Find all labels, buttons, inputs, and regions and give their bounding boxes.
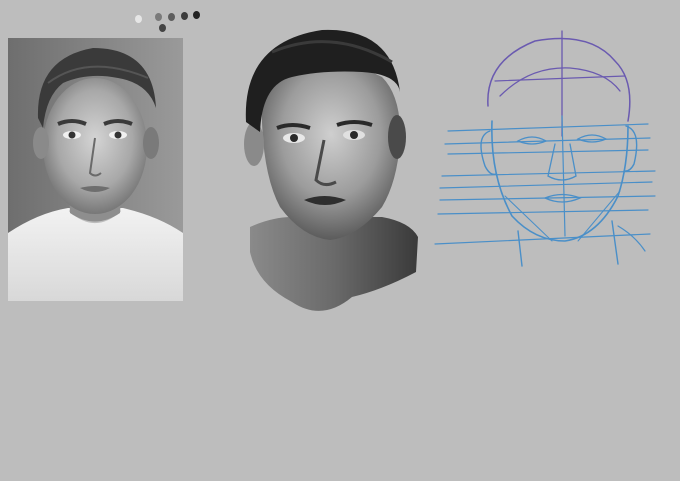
- swatch-lightgray[interactable]: [135, 15, 142, 23]
- swatch-medium[interactable]: [159, 24, 166, 32]
- swatch-gray[interactable]: [155, 13, 162, 21]
- swatch-midgray[interactable]: [168, 13, 175, 21]
- construction-sketch: [430, 26, 660, 276]
- swatch-dark[interactable]: [193, 11, 200, 19]
- color-palette: [130, 6, 210, 36]
- reference-photo: [8, 38, 183, 301]
- drawing-canvas[interactable]: [0, 0, 680, 481]
- painted-portrait: [232, 22, 428, 322]
- swatch-darkgray[interactable]: [181, 12, 188, 20]
